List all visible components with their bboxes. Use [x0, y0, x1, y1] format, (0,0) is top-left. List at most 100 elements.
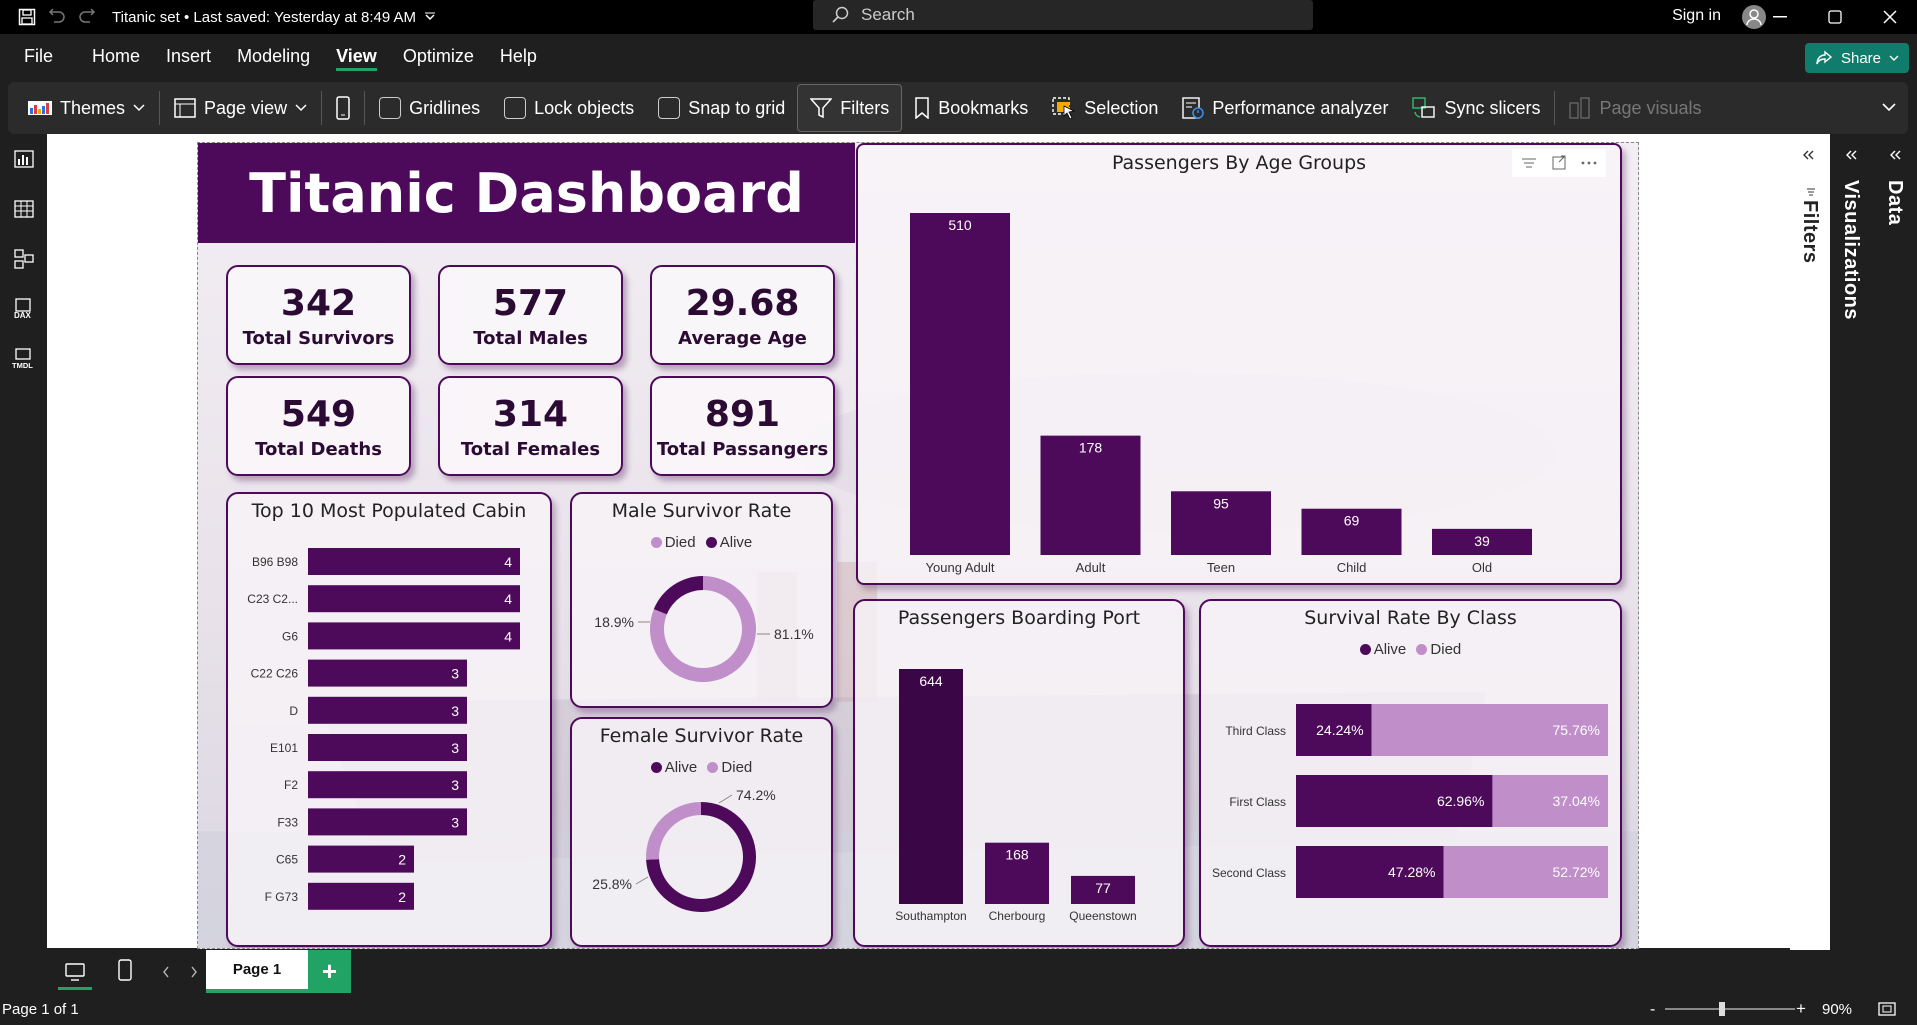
filters-pane[interactable]: Filters — [1790, 134, 1830, 950]
expand-icon[interactable] — [1802, 148, 1814, 166]
visualizations-pane[interactable]: Visualizations — [1830, 134, 1873, 950]
expand-icon[interactable] — [1889, 148, 1901, 166]
performance-analyzer-button[interactable]: Performance analyzer — [1170, 84, 1400, 132]
visualizations-pane-label: Visualizations — [1840, 180, 1862, 321]
y-tick-label: G6 — [282, 629, 298, 643]
chevron-down-icon[interactable] — [424, 12, 436, 22]
menu-view[interactable]: View — [323, 34, 390, 78]
kpi-label: Total Deaths — [255, 439, 382, 460]
kpi-average-age[interactable]: 29.68 Average Age — [650, 265, 835, 365]
gridlines-label: Gridlines — [409, 97, 481, 118]
page-visuals-button[interactable]: Page visuals — [1557, 84, 1713, 132]
kpi-total-survivors[interactable]: 342 Total Survivors — [226, 265, 411, 365]
zoom-slider[interactable] — [1665, 1002, 1795, 1016]
chevron-down-icon — [1889, 55, 1899, 61]
menu-optimize[interactable]: Optimize — [390, 34, 487, 78]
menu-modeling[interactable]: Modeling — [224, 34, 323, 78]
zoom-in-icon[interactable]: + — [1796, 999, 1806, 1019]
kpi-value: 29.68 — [685, 283, 800, 324]
dax-query-view-icon[interactable]: DAX — [0, 284, 47, 334]
minimize-icon[interactable] — [1753, 2, 1807, 32]
survival-by-class-chart[interactable]: Survival Rate By Class Alive Died 24.24%… — [1199, 599, 1622, 947]
bar-data-label: 644 — [919, 673, 943, 689]
y-tick-label: D — [289, 704, 298, 718]
mobile-layout-button[interactable] — [324, 84, 362, 132]
desktop-layout-icon[interactable] — [58, 956, 92, 990]
undo-icon[interactable] — [42, 2, 72, 32]
ribbon-collapse-icon[interactable] — [1882, 102, 1896, 112]
alive-data-label: 62.96% — [1437, 793, 1484, 809]
cabin-bar — [308, 548, 520, 575]
cabin-bar — [308, 734, 467, 761]
kpi-total-deaths[interactable]: 549 Total Deaths — [226, 376, 411, 476]
fit-to-page-icon[interactable] — [1878, 1002, 1896, 1020]
menu-insert[interactable]: Insert — [153, 34, 224, 78]
survival-by-class-plot: 24.24% 75.76% Third Class 62.96% 37.04% First… — [1212, 704, 1608, 898]
table-view-icon[interactable] — [0, 184, 47, 234]
lock-objects-checkbox[interactable]: Lock objects — [492, 84, 646, 132]
kpi-total-males[interactable]: 577 Total Males — [438, 265, 623, 365]
data-pane[interactable]: Data — [1873, 134, 1917, 950]
expand-icon[interactable] — [1845, 148, 1857, 166]
male-donut-plot: 81.1% 18.9% — [594, 576, 814, 682]
kpi-total-females[interactable]: 314 Total Females — [438, 376, 623, 476]
age-groups-chart[interactable]: Passengers By Age Groups 510 Young Adult 1… — [856, 143, 1622, 585]
filters-pane-label: Filters — [1799, 200, 1821, 264]
filters-pane-button[interactable]: Filters — [797, 84, 903, 132]
bookmarks-button[interactable]: Bookmarks — [902, 84, 1040, 132]
dashboard-title: Titanic Dashboard — [198, 143, 855, 243]
save-icon[interactable] — [12, 2, 42, 32]
sign-in-link[interactable]: Sign in — [1672, 7, 1721, 25]
close-icon[interactable] — [1863, 2, 1917, 32]
next-page-icon[interactable] — [190, 965, 198, 983]
x-tick-label: Queenstown — [1069, 909, 1136, 923]
kpi-value: 577 — [492, 283, 569, 324]
add-page-button[interactable]: + — [308, 950, 351, 993]
tmdl-view-icon[interactable]: TMDL — [0, 334, 47, 384]
cabin-bar — [308, 696, 467, 724]
themes-icon — [28, 101, 52, 115]
ribbon-divider — [321, 91, 323, 125]
donut-data-label: 18.9% — [594, 614, 634, 630]
kpi-total-passengers[interactable]: 891 Total Passangers — [650, 376, 835, 476]
view-rail: DAX TMDL — [0, 134, 47, 950]
top-cabins-chart[interactable]: Top 10 Most Populated Cabin 4 B96 B98 4 C23… — [226, 492, 552, 947]
model-view-icon[interactable] — [0, 234, 47, 284]
page-count-status: Page 1 of 1 — [2, 1000, 79, 1018]
leader-line — [718, 794, 733, 804]
share-button[interactable]: Share — [1805, 43, 1909, 73]
snap-to-grid-checkbox[interactable]: Snap to grid — [646, 84, 797, 132]
kpi-value: 891 — [704, 394, 781, 435]
zoom-slider-thumb[interactable] — [1719, 1002, 1725, 1016]
report-view-icon[interactable] — [0, 134, 47, 184]
selection-button[interactable]: Selection — [1040, 84, 1170, 132]
zoom-out-icon[interactable]: - — [1650, 1001, 1655, 1019]
previous-page-icon[interactable] — [162, 965, 170, 983]
page-tab-page-1[interactable]: Page 1 — [206, 950, 308, 993]
alive-data-label: 47.28% — [1388, 864, 1435, 880]
mobile-layout-icon[interactable] — [118, 959, 132, 986]
male-survivor-rate-chart[interactable]: Male Survivor Rate Died Alive 81.1% 18.9% — [570, 492, 833, 708]
maximize-icon[interactable] — [1808, 2, 1862, 32]
page-view-icon — [174, 98, 196, 118]
cabin-bar — [308, 622, 520, 650]
kpi-value: 549 — [280, 394, 357, 435]
themes-button[interactable]: Themes — [8, 84, 157, 132]
top-cabins-plot: 4 B96 B98 4 C23 C2... 4 G6 3 C22 C26 3 D 3 E101 3 F2 3… — [247, 548, 520, 910]
report-page[interactable]: Titanic Dashboard 342 Total Survivors 57… — [197, 142, 1639, 949]
menu-home[interactable]: Home — [79, 34, 153, 78]
sync-slicers-button[interactable]: Sync slicers — [1400, 84, 1552, 132]
performance-analyzer-label: Performance analyzer — [1212, 97, 1389, 118]
menu-file[interactable]: File — [0, 34, 79, 78]
gridlines-checkbox[interactable]: Gridlines — [367, 84, 492, 132]
redo-icon[interactable] — [72, 2, 102, 32]
female-survivor-rate-chart[interactable]: Female Survivor Rate Alive Died 74.2% 25.… — [570, 717, 833, 947]
died-data-label: 52.72% — [1553, 864, 1600, 880]
menu-help[interactable]: Help — [487, 34, 550, 78]
y-tick-label: First Class — [1229, 795, 1286, 809]
search-box[interactable]: Search — [813, 0, 1313, 30]
sync-slicers-label: Sync slicers — [1444, 97, 1541, 118]
bar-data-label: 3 — [451, 777, 459, 793]
page-view-button[interactable]: Page view — [162, 84, 319, 132]
boarding-port-chart[interactable]: Passengers Boarding Port 644 Southampton 1… — [853, 599, 1185, 947]
